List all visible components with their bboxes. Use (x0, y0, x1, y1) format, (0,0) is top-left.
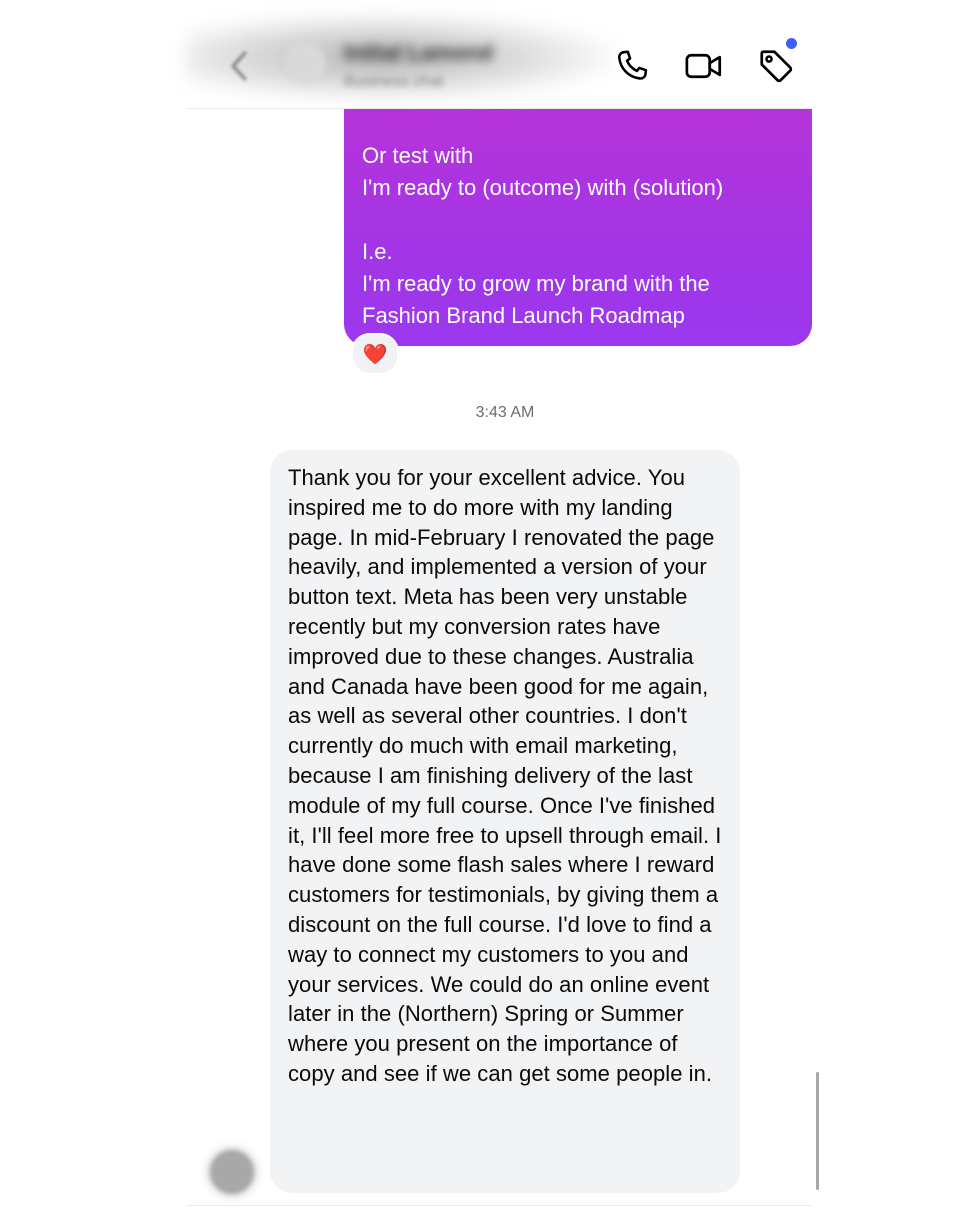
heart-icon: ❤️ (362, 343, 388, 366)
received-message-text: Thank you for your excellent advice. You… (288, 465, 722, 1086)
chat-screen: Initial Lamond Business chat Or test wit… (0, 0, 980, 1225)
chat-header: Initial Lamond Business chat (186, 0, 812, 109)
phone-icon (617, 50, 648, 80)
contact-avatar[interactable] (284, 42, 326, 84)
sent-message-text: Or test with I'm ready to (outcome) with… (362, 143, 724, 328)
notification-dot (786, 38, 797, 49)
video-camera-icon (685, 53, 722, 79)
back-button[interactable] (224, 46, 254, 86)
contact-subtitle: Business chat (344, 73, 444, 90)
label-tag-button[interactable] (756, 46, 796, 86)
scrollbar[interactable] (816, 1072, 819, 1190)
heart-reaction[interactable]: ❤️ (351, 333, 399, 375)
sent-message-bubble[interactable]: Or test with I'm ready to (outcome) with… (344, 100, 812, 346)
divider (186, 1205, 812, 1206)
tag-icon (760, 50, 793, 83)
chevron-left-icon (231, 51, 247, 81)
message-timestamp: 3:43 AM (475, 404, 535, 421)
sender-avatar[interactable] (210, 1150, 254, 1194)
contact-name[interactable]: Initial Lamond (344, 40, 493, 66)
video-call-button[interactable] (684, 46, 724, 86)
phone-call-button[interactable] (612, 46, 652, 86)
received-message-bubble[interactable]: Thank you for your excellent advice. You… (270, 450, 740, 1193)
